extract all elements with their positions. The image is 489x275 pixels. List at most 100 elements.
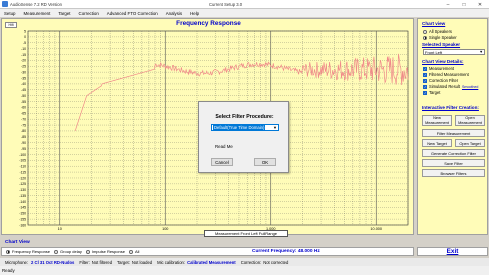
hifi-button[interactable]: Hifi <box>5 22 17 28</box>
option-all[interactable]: All <box>128 249 139 254</box>
speaker-select[interactable]: Front Left ▼ <box>423 49 485 55</box>
new-target-button[interactable]: New Target <box>422 139 452 147</box>
y-tick-label: -110 <box>19 165 26 169</box>
checkbox-icon[interactable]: ✓ <box>423 84 427 89</box>
menu-setup[interactable]: Setup <box>0 11 19 16</box>
button-label-line: Measurement <box>458 119 482 125</box>
current-frequency: Current Frequency: 48.000 Hz <box>252 249 320 254</box>
new-measurement-button[interactable]: New Measurement <box>422 115 452 126</box>
minimize-button[interactable]: – <box>440 0 456 9</box>
detail-label: Simulated Result <box>429 84 460 89</box>
chart-view-heading: Chart view <box>422 21 446 26</box>
y-tick-label: -125 <box>19 182 26 186</box>
all-speakers-label: All Speakers <box>429 29 452 34</box>
ok-button[interactable]: OK <box>254 158 276 166</box>
y-tick-label: -135 <box>19 194 26 198</box>
filter-procedure-select[interactable]: Default(True Time Domain) ▼ <box>211 124 279 131</box>
correction-value: Not corrected <box>263 259 289 265</box>
y-tick-label: -115 <box>19 170 26 174</box>
y-tick-label: -55 <box>21 100 26 104</box>
checkbox-icon[interactable]: ✓ <box>423 90 427 95</box>
detail-measurement[interactable]: ✓ Measurement <box>423 66 454 71</box>
y-tick-label: -20 <box>21 59 26 63</box>
correction-label: Correction: <box>240 259 262 265</box>
chart-view-details-heading: Chart View Details: <box>422 59 464 64</box>
radio-selected-icon[interactable] <box>6 249 10 254</box>
chart-view-label: Chart View <box>5 240 30 245</box>
maximize-button[interactable]: □ <box>456 0 472 9</box>
y-tick-label: -90 <box>21 141 26 145</box>
y-tick-label: -45 <box>21 88 26 92</box>
info-bar: Microphone: 2 Cl 31 Oct RD-Nudos Filter:… <box>0 258 489 266</box>
single-speaker-option[interactable]: Single Speaker <box>423 35 457 40</box>
legend: Measurement Front Left FullRange <box>204 230 288 237</box>
menu-target[interactable]: Target <box>54 11 74 16</box>
option-impulse-response[interactable]: Impulse Response <box>85 249 125 254</box>
checkbox-icon[interactable]: ✓ <box>423 72 427 77</box>
radio-icon[interactable] <box>85 249 90 254</box>
button-label-line: Measurement <box>425 119 449 125</box>
checkbox-icon[interactable]: ✓ <box>423 66 427 71</box>
read-me-link[interactable]: Read Me <box>215 144 233 149</box>
x-tick-label: 10 <box>58 227 62 231</box>
filter-label: Filter: <box>79 259 90 265</box>
app-icon <box>2 1 8 7</box>
detail-target[interactable]: ✓ Target <box>423 90 440 95</box>
option-label: Frequency Response <box>12 249 51 254</box>
interactive-filter-heading: Interactive Filter Creation: <box>422 105 479 110</box>
y-tick-label: -30 <box>21 70 26 74</box>
y-tick-label: -85 <box>21 135 26 139</box>
target-label: Target: <box>117 259 130 265</box>
detail-simulated-result[interactable]: ✓ Simulated Result Smoothed <box>423 84 478 89</box>
save-filter-button[interactable]: Save Filter <box>422 159 485 167</box>
y-tick-label: -70 <box>21 117 26 121</box>
chart-title: Frequency Response <box>176 20 241 27</box>
generate-correction-filter-button[interactable]: Generate Correction Filter <box>422 149 485 157</box>
single-speaker-label: Single Speaker <box>429 35 457 40</box>
filter-value: Not filtered <box>91 259 113 265</box>
radio-icon[interactable] <box>54 249 59 254</box>
y-tick-label: -120 <box>19 176 26 180</box>
mic-value: 2 Cl 31 Oct RD-Nudos <box>31 259 75 265</box>
all-speakers-option[interactable]: All Speakers <box>423 29 452 34</box>
open-measurement-button[interactable]: Open Measurement <box>455 115 485 126</box>
smoothed-link[interactable]: Smoothed <box>462 85 478 89</box>
menu-advanced-fto-correction[interactable]: Advanced FTO Correction <box>103 11 162 16</box>
exit-button[interactable]: Exit <box>417 247 488 256</box>
y-tick-label: -50 <box>21 94 26 98</box>
detail-correction-filter[interactable]: ✓ Correction Filter <box>423 78 458 83</box>
cancel-button[interactable]: Cancel <box>211 158 233 166</box>
close-button[interactable]: ✕ <box>472 0 488 9</box>
chevron-down-icon[interactable]: ▼ <box>479 50 483 55</box>
menu-help[interactable]: Help <box>186 11 203 16</box>
y-tick-label: -145 <box>19 206 26 210</box>
detail-label: Measurement <box>429 66 455 71</box>
checkbox-icon[interactable]: ✓ <box>423 78 427 83</box>
menu-analysis[interactable]: Analysis <box>162 11 186 16</box>
radio-icon[interactable] <box>128 249 133 254</box>
y-tick-label: 0 <box>24 35 26 39</box>
detail-filtered-measurement[interactable]: ✓ Filtered Measurement <box>423 72 469 77</box>
selected-speaker-heading: Selected Speaker <box>422 42 461 47</box>
menu-correction[interactable]: Correction <box>75 11 103 16</box>
dropdown-arrow-icon[interactable]: ▼ <box>273 125 277 130</box>
chart-view-bar: Frequency Response Group delay Impulse R… <box>1 247 414 256</box>
y-tick-label: -130 <box>19 188 26 192</box>
x-tick-label: 100 <box>162 227 168 231</box>
open-target-button[interactable]: Open Target <box>455 139 485 147</box>
y-tick-label: -105 <box>19 159 26 163</box>
option-frequency-response[interactable]: Frequency Response <box>6 249 50 254</box>
radio-selected-icon[interactable] <box>423 35 427 40</box>
y-tick-label: -40 <box>21 82 26 86</box>
option-group-delay[interactable]: Group delay <box>54 249 82 254</box>
menu-measurement[interactable]: Measurement <box>19 11 54 16</box>
y-tick-label: -140 <box>19 200 26 204</box>
window-document: Current Setup 3.0 <box>209 2 243 7</box>
detail-label: Correction Filter <box>429 78 459 83</box>
target-value: Not loaded <box>131 259 153 265</box>
detail-label: Filtered Measurement <box>429 72 469 77</box>
radio-icon[interactable] <box>423 29 427 34</box>
browse-filters-button[interactable]: Browser Filters <box>422 169 485 177</box>
dialog-title: Select Filter Procedure: <box>215 114 274 120</box>
filter-measurement-button[interactable]: Filter Measurement <box>422 129 485 137</box>
